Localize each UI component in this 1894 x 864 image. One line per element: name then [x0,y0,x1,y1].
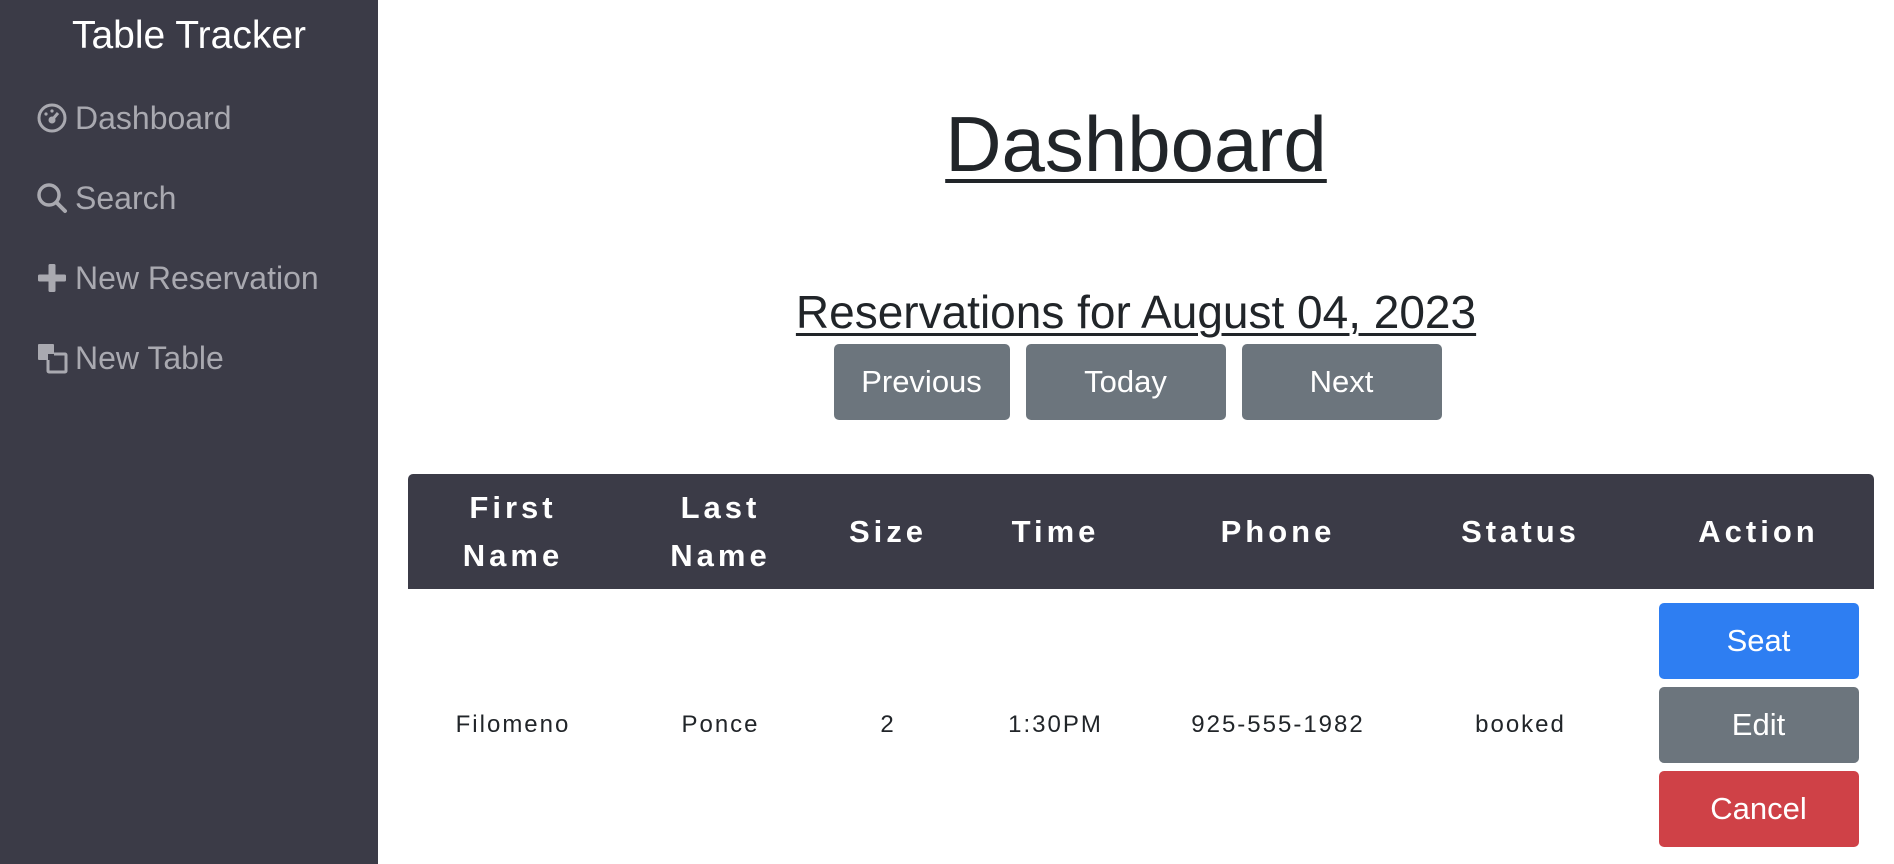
cell-time: 1:30PM [1008,711,1103,738]
new-table-icon [35,341,69,375]
header-time: Time [1011,513,1100,549]
sidebar: Table Tracker Dashboard Search New Reser… [0,0,378,864]
brand-title[interactable]: Table Tracker [0,0,378,78]
seat-button[interactable]: Seat [1658,603,1859,679]
page-title: Dashboard [945,100,1327,188]
cell-status: booked [1475,711,1566,738]
date-navigation: Previous Today Next [378,344,1894,420]
next-button[interactable]: Next [1241,344,1442,420]
sidebar-item-new-table[interactable]: New Table [0,318,378,398]
header-phone: Phone [1220,513,1336,549]
header-size: Size [848,513,928,549]
cell-last-name: Ponce [681,711,760,738]
sidebar-item-label: Dashboard [75,99,232,136]
action-buttons: Seat Edit Cancel [1643,603,1874,847]
today-button[interactable]: Today [1025,344,1226,420]
sidebar-item-new-reservation[interactable]: New Reservation [0,238,378,318]
header-status: Status [1461,513,1580,549]
cancel-button[interactable]: Cancel [1658,771,1859,847]
sidebar-item-label: New Table [75,339,224,376]
reservations-table-container: First Name Last Name Size Time Phone Sta… [408,474,1874,861]
sidebar-item-search[interactable]: Search [0,158,378,238]
header-first-name: First Name [462,489,564,573]
plus-icon [35,261,69,295]
cell-size: 2 [880,711,896,738]
sidebar-item-label: New Reservation [75,259,319,296]
cell-phone: 925-555-1982 [1191,711,1365,738]
header-last-name: Last Name [670,489,771,573]
previous-button[interactable]: Previous [833,344,1010,420]
edit-button[interactable]: Edit [1658,687,1859,763]
reservations-date-heading: Reservations for August 04, 2023 [795,286,1477,338]
cell-action: Seat Edit Cancel [1643,589,1874,861]
sidebar-nav: Dashboard Search New Reservation New Tab… [0,78,378,398]
sidebar-item-label: Search [75,179,177,216]
search-icon [35,181,69,215]
sidebar-item-dashboard[interactable]: Dashboard [0,78,378,158]
table-header-row: First Name Last Name Size Time Phone Sta… [408,474,1874,589]
app: Table Tracker Dashboard Search New Reser… [0,0,1894,864]
main-content: Dashboard Reservations for August 04, 20… [378,0,1894,864]
reservations-table: First Name Last Name Size Time Phone Sta… [408,474,1874,861]
header-action: Action [1698,513,1819,549]
dashboard-icon [35,101,69,135]
cell-first-name: Filomeno [455,711,571,738]
table-row: Filomeno Ponce 2 1:30PM 925-555-1982 boo… [408,589,1874,861]
